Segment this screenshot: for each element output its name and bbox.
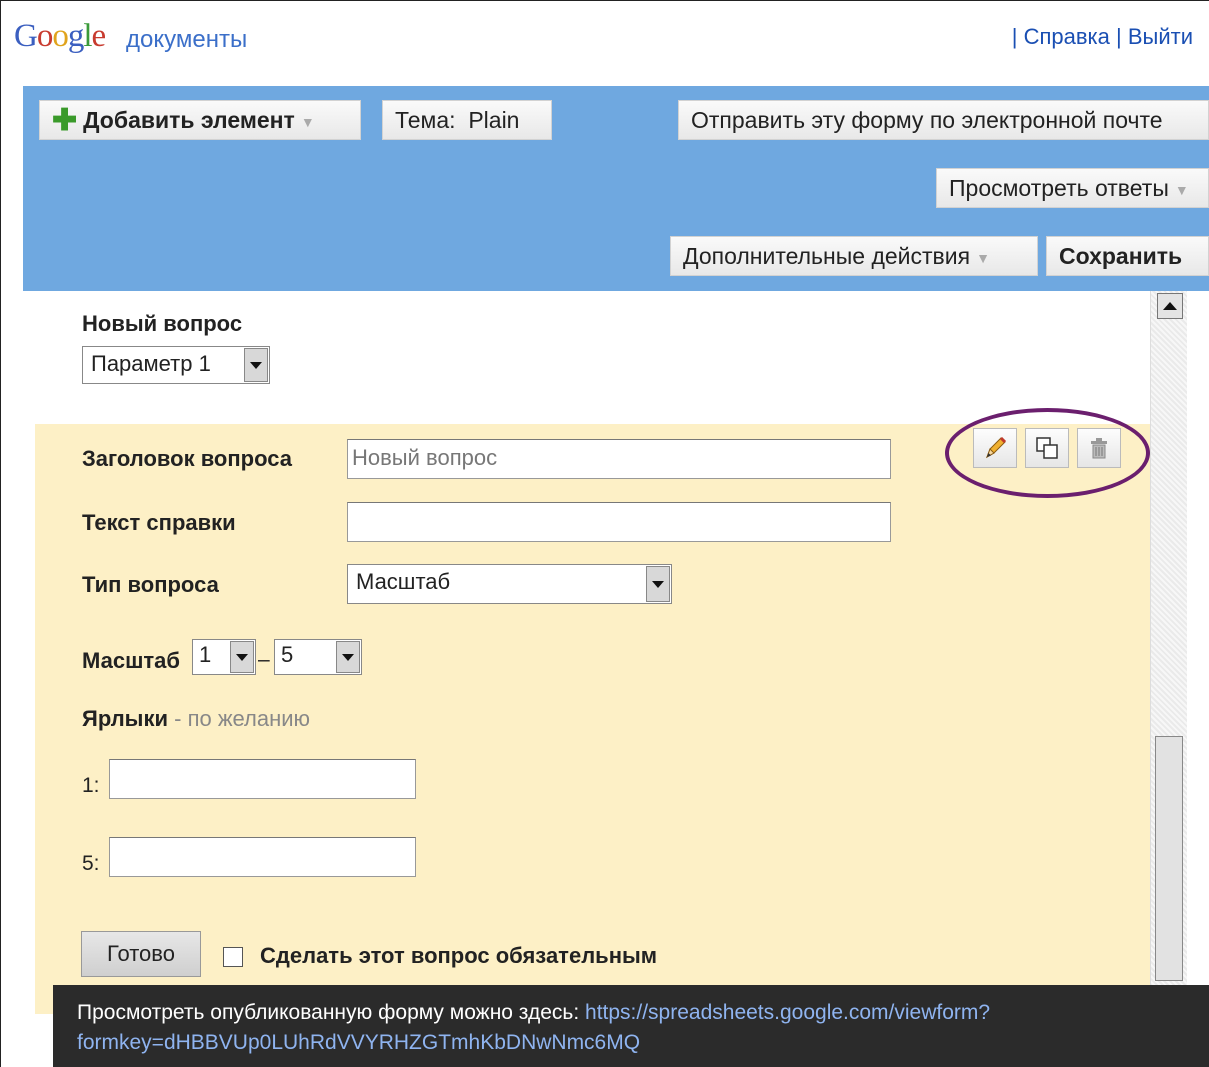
separator: | (1116, 24, 1122, 49)
email-form-label: Отправить эту форму по электронной почте (691, 107, 1163, 133)
save-label: Сохранить (1059, 243, 1183, 269)
docs-label[interactable]: документы (126, 26, 247, 54)
scale-from-value: 1 (199, 642, 212, 667)
title-label: Заголовок вопроса (82, 446, 292, 471)
published-form-text: Просмотреть опубликованную форму можно з… (77, 1001, 990, 1025)
google-logo[interactable]: Google (14, 18, 106, 55)
chevron-down-icon: ▼ (976, 249, 990, 266)
label-1-prefix: 1: (82, 774, 100, 797)
option-select[interactable]: Параметр 1 (82, 346, 270, 384)
published-form-link[interactable]: https://spreadsheets.google.com/viewform… (585, 1001, 990, 1024)
add-item-label: Добавить элемент (83, 107, 295, 133)
theme-label: Тема: (395, 107, 456, 133)
scale-dash: – (258, 648, 270, 671)
labels-title-text: Ярлыки (82, 706, 169, 731)
required-label[interactable]: Сделать этот вопрос обязательным (260, 943, 657, 969)
top-links: | Справка | Выйти (1012, 24, 1193, 50)
option-select-value: Параметр 1 (91, 351, 211, 376)
form-toolbar: ✚ Добавить элемент ▼ Тема: Plain Отправить… (23, 86, 1209, 291)
done-button[interactable]: Готово (81, 931, 201, 977)
scale-from-select[interactable]: 1 (192, 639, 256, 675)
help-text-label: Текст справки (82, 510, 236, 535)
question-preview: Новый вопрос Параметр 1 (35, 291, 1150, 424)
dropdown-arrow-icon[interactable] (646, 566, 670, 602)
dropdown-arrow-icon[interactable] (230, 641, 254, 673)
help-link[interactable]: Справка (1024, 24, 1110, 49)
help-text-input[interactable] (347, 502, 891, 542)
published-form-link-continued[interactable]: formkey=dHBBVUp0LUhRdVVYRHZGTmhKbDNwNmc6… (77, 1031, 640, 1055)
theme-button[interactable]: Тема: Plain (382, 100, 552, 140)
dropdown-arrow-icon[interactable] (336, 641, 360, 673)
view-responses-label: Просмотреть ответы (949, 175, 1169, 201)
type-label: Тип вопроса (82, 572, 219, 597)
labels-optional-note: - по желанию (168, 706, 311, 731)
vertical-scrollbar[interactable] (1150, 291, 1187, 986)
view-responses-button[interactable]: Просмотреть ответы ▼ (936, 168, 1209, 208)
logout-link[interactable]: Выйти (1128, 24, 1193, 49)
question-title: Новый вопрос (82, 311, 243, 336)
highlight-oval (945, 408, 1150, 498)
scale-label: Масштаб (82, 648, 181, 673)
more-actions-button[interactable]: Дополнительные действия ▼ (670, 236, 1038, 276)
app-header: Google документы | Справка | Выйти (0, 0, 1209, 82)
dropdown-arrow-icon[interactable] (244, 348, 268, 382)
chevron-down-icon: ▼ (1174, 181, 1189, 198)
published-form-bar: Просмотреть опубликованную форму можно з… (53, 985, 1209, 1067)
published-form-message: Просмотреть опубликованную форму можно з… (77, 1001, 580, 1024)
email-form-button[interactable]: Отправить эту форму по электронной почте (678, 100, 1209, 140)
label-1-input[interactable] (109, 759, 416, 799)
save-button[interactable]: Сохранить (1046, 236, 1209, 276)
add-item-button[interactable]: ✚ Добавить элемент ▼ (39, 100, 361, 140)
more-actions-label: Дополнительные действия (683, 243, 971, 269)
plus-icon: ✚ (52, 104, 78, 137)
label-5-prefix: 5: (82, 852, 100, 875)
scroll-up-arrow-icon[interactable] (1157, 293, 1183, 319)
required-checkbox[interactable] (223, 947, 243, 967)
form-content: Новый вопрос Параметр 1 Заголовок вопрос… (35, 291, 1150, 1014)
question-type-value: Масштаб (356, 569, 451, 594)
question-editor: Заголовок вопроса Новый вопрос Текст спр… (35, 408, 1150, 1014)
label-5-input[interactable] (109, 837, 416, 877)
chevron-down-icon: ▼ (300, 113, 315, 130)
separator: | (1011, 24, 1018, 49)
scrollbar-thumb[interactable] (1155, 736, 1183, 981)
scale-to-select[interactable]: 5 (274, 639, 362, 675)
question-type-select[interactable]: Масштаб (347, 564, 672, 604)
question-title-input[interactable]: Новый вопрос (347, 439, 891, 479)
labels-title: Ярлыки - по желанию (82, 706, 310, 732)
theme-value: Plain (468, 107, 520, 133)
scale-to-value: 5 (281, 642, 294, 667)
